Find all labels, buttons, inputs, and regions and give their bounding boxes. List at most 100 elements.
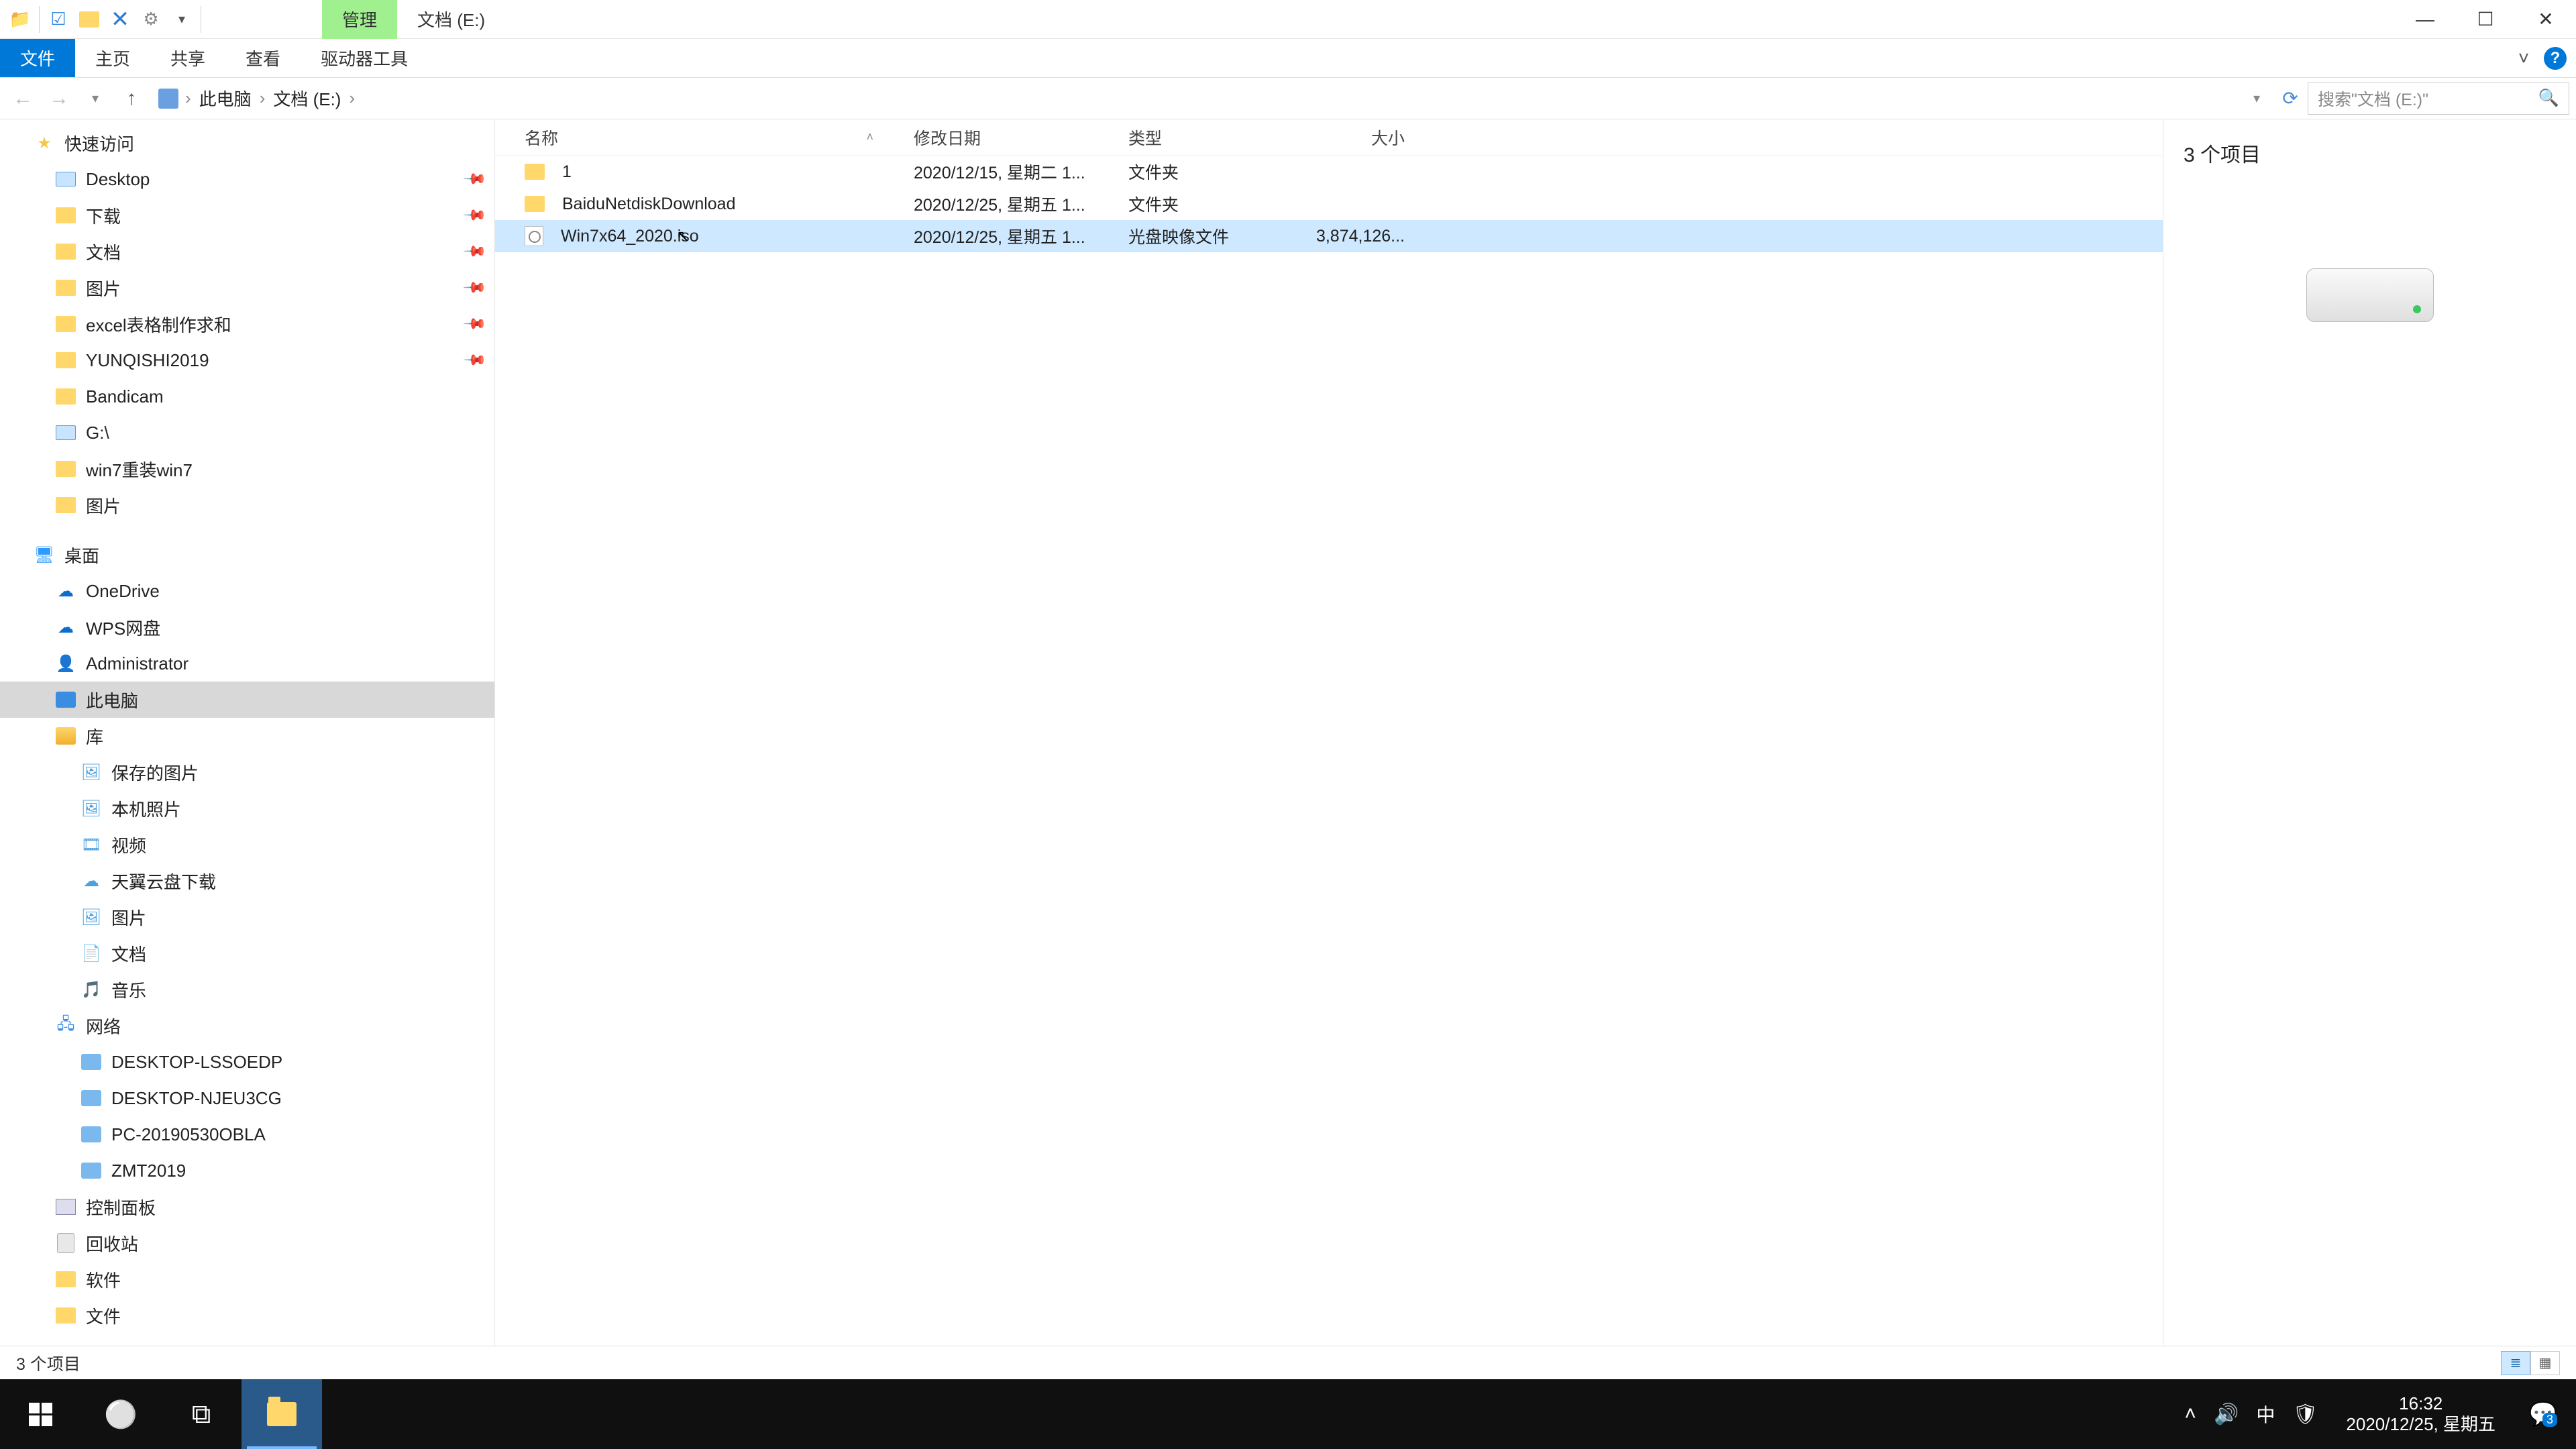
- chevron-right-icon[interactable]: ›: [346, 88, 358, 109]
- task-view-button[interactable]: ⧉: [161, 1379, 241, 1449]
- folder-icon: [55, 277, 76, 299]
- navigation-pane[interactable]: ★快速访问 Desktop📌 下载📌 文档📌 图片📌 excel表格制作求和📌 …: [0, 119, 495, 1346]
- taskbar-clock[interactable]: 16:32 2020/12/25, 星期五: [2335, 1393, 2506, 1435]
- sidebar-net-item[interactable]: DESKTOP-NJEU3CG: [0, 1080, 494, 1116]
- sidebar-qa-item[interactable]: Desktop📌: [0, 161, 494, 197]
- breadcrumb[interactable]: › 此电脑 › 文档 (E:) ›: [158, 86, 358, 111]
- sidebar-item-wps[interactable]: ☁WPS网盘: [0, 609, 494, 645]
- ribbon-tab-view[interactable]: 查看: [225, 39, 301, 77]
- sidebar-qa-item[interactable]: YUNQISHI2019📌: [0, 342, 494, 378]
- ribbon-tab-drivetools[interactable]: 驱动器工具: [301, 39, 428, 77]
- sidebar-item-controlpanel[interactable]: 控制面板: [0, 1189, 494, 1225]
- maximize-button[interactable]: ☐: [2455, 0, 2516, 39]
- taskbar-search-button[interactable]: ⚪: [80, 1379, 161, 1449]
- pin-icon: 📌: [462, 166, 487, 192]
- qat-close-icon[interactable]: ✕: [105, 3, 135, 36]
- sidebar-desktop[interactable]: 🖥桌面: [0, 537, 494, 573]
- sidebar-lib-item[interactable]: 🖼本机照片: [0, 790, 494, 826]
- sidebar-item-user[interactable]: 👤Administrator: [0, 645, 494, 682]
- clock-time: 16:32: [2399, 1393, 2443, 1414]
- help-icon[interactable]: ?: [2544, 47, 2567, 70]
- qat-app-icon[interactable]: 📁: [5, 3, 35, 36]
- ribbon-tab-home[interactable]: 主页: [75, 39, 150, 77]
- action-center-button[interactable]: 💬 3: [2524, 1395, 2563, 1434]
- sidebar-lib-item[interactable]: 🎵音乐: [0, 971, 494, 1008]
- ribbon-context-tab[interactable]: 管理: [322, 0, 397, 39]
- sidebar-lib-item[interactable]: ☁天翼云盘下载: [0, 863, 494, 899]
- sidebar-item-network[interactable]: 🖧网络: [0, 1008, 494, 1044]
- qat-dropdown-icon[interactable]: ▾: [167, 3, 197, 36]
- start-button[interactable]: [0, 1379, 80, 1449]
- sidebar-item-thispc[interactable]: 此电脑: [0, 682, 494, 718]
- view-details-button[interactable]: ≣: [2501, 1351, 2530, 1375]
- drive-image-icon: [2306, 268, 2434, 322]
- sidebar-lib-item[interactable]: 🖼图片: [0, 899, 494, 935]
- sidebar-quick-access[interactable]: ★快速访问: [0, 125, 494, 161]
- sidebar-net-item[interactable]: ZMT2019: [0, 1152, 494, 1189]
- sidebar-lib-item[interactable]: 🖼保存的图片: [0, 754, 494, 790]
- sidebar-lib-item[interactable]: 🎞视频: [0, 826, 494, 863]
- folder-icon: [55, 350, 76, 371]
- column-header-type[interactable]: 类型: [1128, 125, 1308, 150]
- system-tray: ˄ 🔊 中 🛡 16:32 2020/12/25, 星期五 💬 3: [2184, 1393, 2576, 1435]
- qat-settings-icon[interactable]: ⚙: [136, 3, 166, 36]
- security-icon[interactable]: 🛡: [2292, 1403, 2318, 1426]
- nav-forward-button[interactable]: →: [43, 83, 75, 115]
- view-icons-button[interactable]: ▦: [2530, 1351, 2560, 1375]
- column-header-size[interactable]: 大小: [1308, 125, 1418, 150]
- qat-folder-icon[interactable]: [74, 3, 104, 36]
- sidebar-qa-item[interactable]: 图片📌: [0, 270, 494, 306]
- nav-recent-dropdown[interactable]: ▾: [79, 83, 111, 115]
- taskbar-explorer-button[interactable]: [241, 1379, 322, 1449]
- ribbon-tab-share[interactable]: 共享: [150, 39, 225, 77]
- nav-back-button[interactable]: ←: [7, 83, 39, 115]
- sidebar-net-item[interactable]: PC-20190530OBLA: [0, 1116, 494, 1152]
- volume-icon[interactable]: 🔊: [2214, 1403, 2239, 1426]
- chevron-right-icon[interactable]: ›: [182, 88, 194, 109]
- pin-icon: 📌: [462, 275, 487, 301]
- sidebar-qa-item[interactable]: 下载📌: [0, 197, 494, 233]
- sidebar-item-onedrive[interactable]: ☁OneDrive: [0, 573, 494, 609]
- close-button[interactable]: ✕: [2516, 0, 2576, 39]
- sidebar-item-libraries[interactable]: 库: [0, 718, 494, 754]
- qat-checkbox-icon[interactable]: ☑: [44, 3, 73, 36]
- minimize-button[interactable]: —: [2395, 0, 2455, 39]
- file-row[interactable]: BaiduNetdiskDownload 2020/12/25, 星期五 1..…: [495, 188, 2163, 220]
- notification-badge: 3: [2542, 1413, 2557, 1427]
- chevron-right-icon[interactable]: ›: [257, 88, 268, 109]
- sidebar-item-docs[interactable]: 文件: [0, 1297, 494, 1334]
- taskbar: ⚪ ⧉ ˄ 🔊 中 🛡 16:32 2020/12/25, 星期五 💬 3: [0, 1379, 2576, 1449]
- sidebar-qa-item[interactable]: excel表格制作求和📌: [0, 306, 494, 342]
- file-row[interactable]: Win7x64_2020.iso 2020/12/25, 星期五 1... 光盘…: [495, 220, 2163, 252]
- breadcrumb-item[interactable]: 文档 (E:): [268, 86, 346, 111]
- sidebar-qa-item[interactable]: 文档📌: [0, 233, 494, 270]
- column-header-name[interactable]: 名称˄: [525, 125, 914, 150]
- sidebar-qa-item[interactable]: 图片: [0, 487, 494, 523]
- sidebar-item-recycle[interactable]: 回收站: [0, 1225, 494, 1261]
- refresh-button[interactable]: ⟳: [2275, 84, 2305, 113]
- sidebar-qa-item[interactable]: Bandicam: [0, 378, 494, 415]
- address-dropdown-icon[interactable]: ▾: [2241, 83, 2273, 115]
- sidebar-net-item[interactable]: DESKTOP-LSSOEDP: [0, 1044, 494, 1080]
- breadcrumb-root-icon[interactable]: [158, 89, 178, 109]
- ribbon-expand-icon[interactable]: ˅: [2510, 45, 2537, 72]
- tray-overflow-icon[interactable]: ˄: [2184, 1403, 2196, 1426]
- explorer-icon: [267, 1402, 297, 1426]
- sidebar-qa-item[interactable]: win7重装win7: [0, 451, 494, 487]
- drive-icon: [55, 168, 76, 190]
- sidebar-lib-item[interactable]: 📄文档: [0, 935, 494, 971]
- ime-indicator[interactable]: 中: [2256, 1401, 2275, 1428]
- file-list[interactable]: 名称˄ 修改日期 类型 大小 1 2020/12/15, 星期二 1... 文件…: [495, 119, 2163, 1346]
- nav-up-button[interactable]: ↑: [115, 83, 148, 115]
- status-text: 3 个项目: [16, 1351, 80, 1375]
- breadcrumb-item[interactable]: 此电脑: [194, 86, 257, 111]
- sidebar-item-software[interactable]: 软件: [0, 1261, 494, 1297]
- ribbon-tab-file[interactable]: 文件: [0, 39, 75, 77]
- folder-icon: [55, 386, 76, 407]
- file-row[interactable]: 1 2020/12/15, 星期二 1... 文件夹: [495, 156, 2163, 188]
- column-header-date[interactable]: 修改日期: [914, 125, 1128, 150]
- search-input[interactable]: 搜索"文档 (E:)" 🔍: [2308, 83, 2569, 115]
- pc-icon: [55, 689, 76, 710]
- computer-icon: [80, 1051, 102, 1073]
- sidebar-qa-item[interactable]: G:\: [0, 415, 494, 451]
